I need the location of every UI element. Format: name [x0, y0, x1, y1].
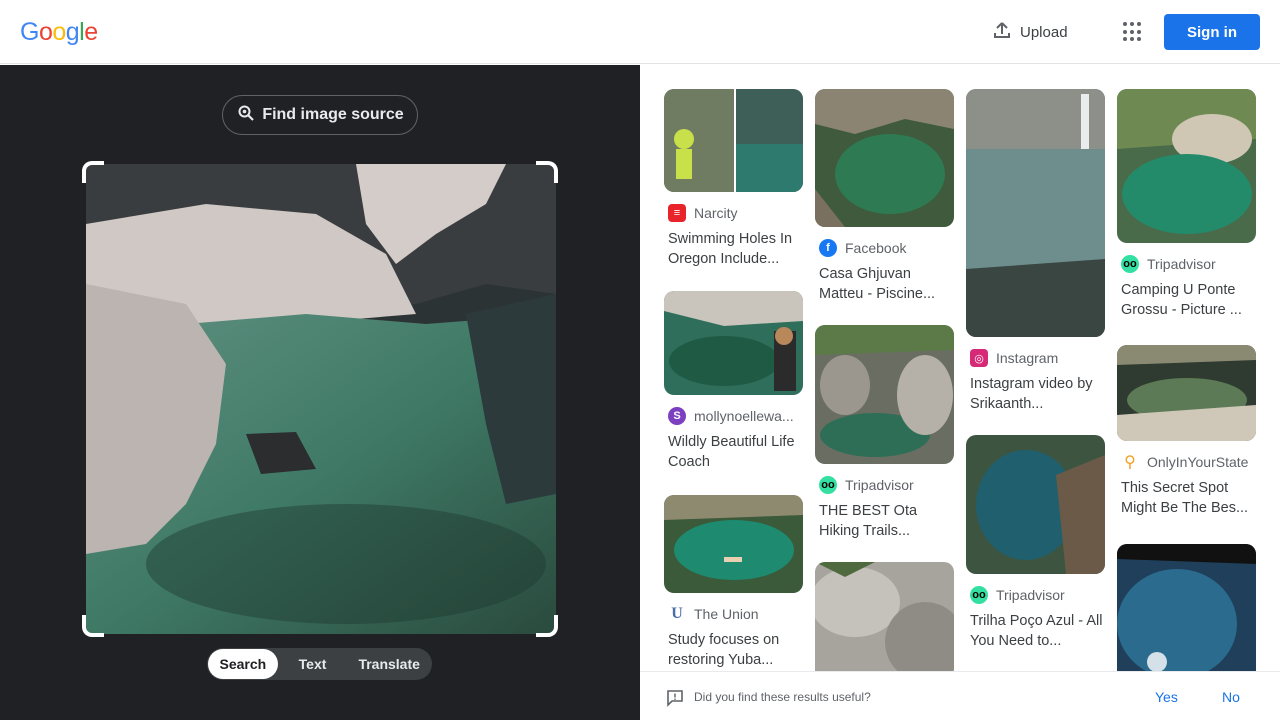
- logo-letter: e: [84, 18, 98, 46]
- tripadvisor-icon: oo: [1121, 255, 1139, 273]
- result-thumbnail[interactable]: [1117, 89, 1256, 243]
- result-title[interactable]: Swimming Holes In Oregon Include...: [664, 229, 803, 269]
- query-image[interactable]: [86, 164, 556, 634]
- result-card[interactable]: oo Tripadvisor THE BEST Ota Hiking Trail…: [815, 325, 954, 541]
- result-title[interactable]: Instagram video by Srikaanth...: [966, 374, 1105, 414]
- result-title[interactable]: THE BEST Ota Hiking Trails...: [815, 501, 954, 541]
- result-source: Instagram: [996, 350, 1059, 366]
- result-card[interactable]: ⚲ OnlyInYourState This Secret Spot Might…: [1117, 345, 1256, 518]
- apps-grid-icon[interactable]: [1121, 20, 1145, 44]
- mode-search-tab[interactable]: Search: [208, 649, 278, 679]
- visual-matches-panel: ≡ Narcity Swimming Holes In Oregon Inclu…: [640, 65, 1280, 671]
- result-thumbnail[interactable]: [664, 89, 803, 192]
- result-card[interactable]: U The Union Study focuses on restoring Y…: [664, 495, 803, 670]
- result-source: The Union: [694, 606, 759, 622]
- result-thumbnail[interactable]: [664, 291, 803, 395]
- upload-button[interactable]: Upload: [992, 20, 1068, 44]
- google-logo[interactable]: Google: [20, 18, 98, 47]
- result-title[interactable]: Study focuses on restoring Yuba...: [664, 630, 803, 670]
- facebook-icon: f: [819, 239, 837, 257]
- top-header: Google Upload Sign in: [0, 0, 1280, 64]
- mode-switcher: Search Text Translate: [207, 648, 432, 680]
- result-card[interactable]: ◎ Instagram Instagram video by Srikaanth…: [966, 89, 1105, 414]
- logo-letter: o: [52, 18, 66, 46]
- find-image-source-button[interactable]: Find image source: [222, 95, 418, 135]
- logo-letter: g: [65, 18, 80, 46]
- result-card[interactable]: oo Tripadvisor Camping U Ponte Grossu - …: [1117, 89, 1256, 320]
- result-source: Facebook: [845, 240, 907, 256]
- upload-label: Upload: [1020, 23, 1068, 41]
- result-thumbnail[interactable]: [966, 435, 1105, 574]
- result-card[interactable]: f Facebook Casa Ghjuvan Matteu - Piscine…: [815, 89, 954, 304]
- upload-icon: [992, 20, 1012, 44]
- result-thumbnail[interactable]: [815, 562, 954, 671]
- result-card[interactable]: ≡ Narcity Swimming Holes In Oregon Inclu…: [664, 89, 803, 269]
- result-source: Narcity: [694, 205, 738, 221]
- result-thumbnail[interactable]: [1117, 544, 1256, 671]
- feedback-icon: [666, 689, 684, 712]
- tripadvisor-icon: oo: [819, 476, 837, 494]
- logo-letter: o: [38, 18, 53, 46]
- result-title[interactable]: Trilha Poço Azul - All You Need to...: [966, 611, 1105, 651]
- result-source: Tripadvisor: [845, 477, 914, 493]
- molly-icon: S: [668, 407, 686, 425]
- crop-handle-bottom-right[interactable]: [536, 615, 558, 637]
- location-pin-icon: ⚲: [1124, 454, 1136, 471]
- result-thumbnail[interactable]: [815, 89, 954, 227]
- result-card[interactable]: [815, 562, 954, 671]
- mode-translate-tab[interactable]: Translate: [347, 649, 431, 679]
- instagram-icon: ◎: [970, 349, 988, 367]
- crop-handle-top-right[interactable]: [536, 161, 558, 183]
- result-card[interactable]: oo Tripadvisor Trilha Poço Azul - All Yo…: [966, 435, 1105, 651]
- narcity-icon: ≡: [668, 204, 686, 222]
- result-thumbnail[interactable]: [1117, 345, 1256, 441]
- result-card[interactable]: S mollynoellewa... Wildly Beautiful Life…: [664, 291, 803, 472]
- result-title[interactable]: Casa Ghjuvan Matteu - Piscine...: [815, 264, 954, 304]
- result-title[interactable]: This Secret Spot Might Be The Bes...: [1117, 478, 1256, 518]
- result-source: Tripadvisor: [1147, 256, 1216, 272]
- mode-text-tab[interactable]: Text: [278, 649, 348, 679]
- lens-search-icon: [236, 103, 256, 128]
- feedback-yes-button[interactable]: Yes: [1155, 689, 1178, 705]
- crop-handle-bottom-left[interactable]: [82, 615, 104, 637]
- result-source: mollynoellewa...: [694, 408, 794, 424]
- logo-letter: G: [20, 18, 39, 46]
- result-source: OnlyInYourState: [1147, 454, 1249, 470]
- feedback-no-button[interactable]: No: [1222, 689, 1240, 705]
- feedback-bar: Did you find these results useful? Yes N…: [640, 671, 1280, 720]
- tripadvisor-icon: oo: [970, 586, 988, 604]
- sign-in-button[interactable]: Sign in: [1164, 14, 1260, 50]
- the-union-icon: U: [668, 605, 686, 623]
- result-thumbnail[interactable]: [664, 495, 803, 593]
- result-thumbnail[interactable]: [815, 325, 954, 464]
- query-image-panel: Find image source Search Text Translate: [0, 65, 640, 720]
- result-title[interactable]: Camping U Ponte Grossu - Picture ...: [1117, 280, 1256, 320]
- result-title[interactable]: Wildly Beautiful Life Coach: [664, 432, 803, 472]
- crop-handle-top-left[interactable]: [82, 161, 104, 183]
- find-image-source-label: Find image source: [262, 106, 404, 123]
- result-thumbnail[interactable]: [966, 89, 1105, 337]
- result-source: Tripadvisor: [996, 587, 1065, 603]
- feedback-question: Did you find these results useful?: [694, 690, 871, 704]
- result-card[interactable]: [1117, 544, 1256, 671]
